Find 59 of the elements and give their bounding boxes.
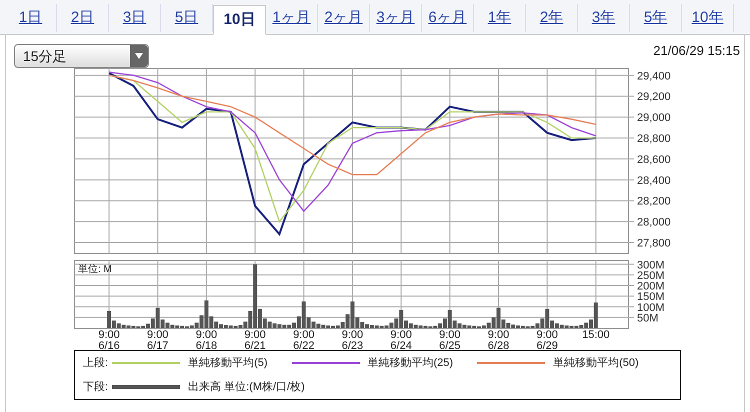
date-label: 6/17 — [147, 340, 168, 350]
caret-icon — [135, 53, 143, 59]
axis-label: 29,000 — [637, 112, 671, 124]
time-label: 9:00 — [488, 329, 510, 341]
date-label: 6/29 — [536, 340, 558, 350]
period-tab[interactable]: 2日 — [57, 4, 109, 32]
time-label: 9:00 — [536, 329, 558, 341]
date-label: 6/22 — [293, 340, 314, 350]
time-label: 9:00 — [147, 329, 168, 341]
axis-label: 200M — [637, 280, 665, 292]
time-label: 9:00 — [244, 329, 266, 341]
period-tab[interactable]: 5年 — [630, 4, 682, 32]
axis-label: 50M — [637, 312, 658, 324]
date-label: 6/28 — [488, 340, 510, 350]
date-label: 6/21 — [244, 340, 266, 350]
axis-label: 29,200 — [637, 91, 671, 104]
axis-label: 28,200 — [637, 196, 671, 208]
axis-label: 28,800 — [637, 133, 671, 146]
axis-label: 28,400 — [637, 174, 671, 187]
axis-label: 150M — [637, 291, 665, 304]
axis-label: 27,800 — [637, 238, 671, 250]
axis-label: 250M — [637, 270, 665, 282]
period-tab[interactable]: 1日 — [5, 4, 57, 32]
legend-label: 単純移動平均(25) — [368, 356, 454, 371]
date-label: 6/23 — [342, 340, 364, 350]
period-tab[interactable]: 2ヶ月 — [318, 4, 370, 32]
legend-row-label: 上段: — [83, 356, 108, 371]
period-tab[interactable]: 1年 — [474, 4, 526, 32]
period-tab[interactable]: 3日 — [109, 4, 161, 32]
time-label: 9:00 — [390, 329, 412, 341]
axis-label: 28,600 — [637, 154, 671, 166]
unit-label: 単位: M — [78, 264, 112, 275]
date-label: 6/16 — [98, 340, 120, 350]
interval-dropdown[interactable]: 15分足 — [14, 44, 149, 68]
legend-label: 単純移動平均(5) — [188, 356, 268, 371]
date-label: 6/25 — [439, 340, 461, 350]
time-label: 15:00 — [582, 329, 610, 341]
period-tab[interactable]: 10日 — [213, 5, 266, 35]
date-label: 6/24 — [390, 340, 412, 350]
legend-row-label: 下段: — [83, 380, 108, 394]
axis-label: 100M — [637, 302, 665, 314]
legend-label: 出来高 単位:(M株/口/枚) — [188, 380, 305, 394]
time-label: 9:00 — [196, 329, 218, 341]
period-tab[interactable]: 6ヶ月 — [422, 4, 474, 32]
date-label: 6/18 — [196, 340, 218, 350]
period-tab[interactable]: 3ヶ月 — [370, 4, 422, 32]
time-label: 9:00 — [439, 329, 461, 341]
time-label: 9:00 — [293, 329, 314, 341]
legend-label: 単純移動平均(50) — [553, 356, 639, 371]
period-tab[interactable]: 2年 — [526, 4, 578, 32]
axis-label: 29,400 — [637, 70, 671, 82]
timestamp: 21/06/29 15:15 — [653, 42, 740, 60]
time-label: 9:00 — [342, 329, 364, 341]
axis-label: 28,000 — [637, 216, 671, 229]
period-tab[interactable]: 1ヶ月 — [266, 4, 318, 32]
period-tab[interactable]: 10年 — [682, 4, 734, 32]
time-label: 9:00 — [98, 329, 120, 341]
period-tab[interactable]: 3年 — [578, 4, 630, 32]
axis-label: 300M — [637, 259, 665, 272]
